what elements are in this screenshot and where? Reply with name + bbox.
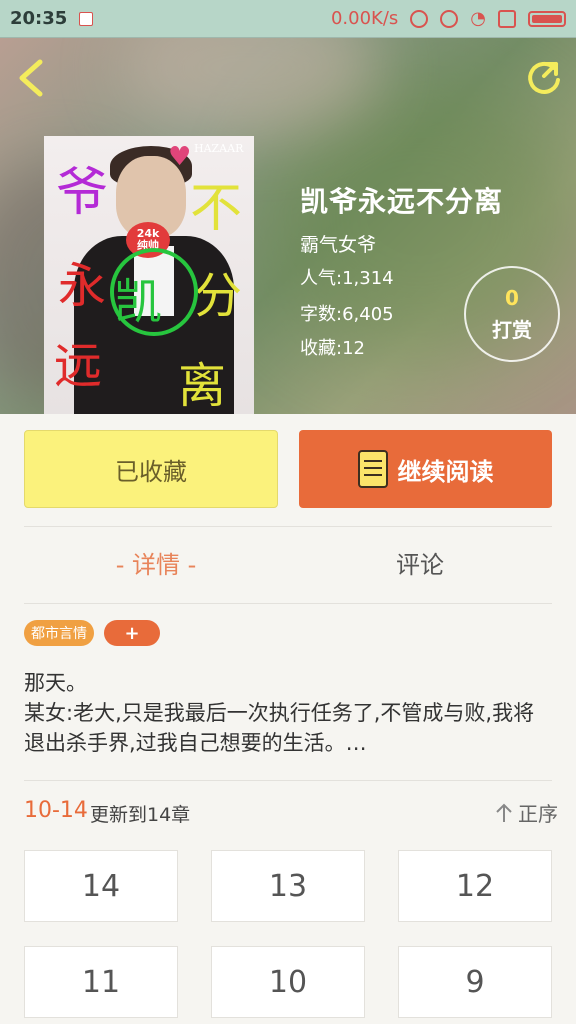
continue-reading-label: 继续阅读 xyxy=(397,457,494,486)
alarm-icon xyxy=(440,9,459,28)
add-tag-button[interactable]: + xyxy=(104,620,160,646)
heart-icon: ♥ xyxy=(168,142,192,172)
continue-reading-button[interactable]: 继续阅读 xyxy=(299,430,552,508)
status-bar: 20:35 0.00K/s ◔ xyxy=(0,0,576,38)
chapter-button[interactable]: 14 xyxy=(24,850,178,922)
tab-detail[interactable]: - 详情 - xyxy=(24,536,288,588)
arrow-up-icon xyxy=(496,803,512,822)
tip-label: 打赏 xyxy=(492,317,532,342)
back-button[interactable] xyxy=(14,58,50,98)
back-arrow-icon xyxy=(19,59,43,97)
cover-brand: HAZAAR xyxy=(194,142,244,155)
divider xyxy=(24,780,552,781)
collected-label: 已收藏 xyxy=(115,457,187,486)
book-favorites: 收藏:12 xyxy=(300,338,365,359)
chapter-button[interactable]: 13 xyxy=(211,850,365,922)
book-popularity: 人气:1,314 xyxy=(300,268,394,289)
chapter-button[interactable]: 10 xyxy=(211,946,365,1018)
book-header: 24k 纯帅 ♥ HAZAAR 爷 永 远 不 分 离 凯 凯爷永远不分离 霸气女… xyxy=(0,38,576,414)
network-speed: 0.00K/s xyxy=(330,8,399,29)
chapter-button[interactable]: 11 xyxy=(24,946,178,1018)
update-text: 更新到14章 xyxy=(90,804,191,826)
book-cover: 24k 纯帅 ♥ HAZAAR 爷 永 远 不 分 离 凯 xyxy=(44,136,254,414)
book-author[interactable]: 霸气女爷 xyxy=(300,230,376,257)
book-title: 凯爷永远不分离 xyxy=(300,185,504,218)
status-time: 20:35 xyxy=(10,8,68,29)
divider xyxy=(24,526,552,527)
tip-count: 0 xyxy=(505,285,519,310)
tip-button[interactable]: 0 打赏 xyxy=(464,266,560,362)
book-icon xyxy=(357,450,388,488)
collected-button[interactable]: 已收藏 xyxy=(24,430,278,508)
chapter-button[interactable]: 9 xyxy=(398,946,552,1018)
update-date: 10-14 xyxy=(24,798,88,823)
chapter-button[interactable]: 12 xyxy=(398,850,552,922)
sim-icon xyxy=(498,9,516,28)
tab-comments[interactable]: 评论 xyxy=(288,536,552,588)
book-word-count: 字数:6,405 xyxy=(300,304,394,325)
wifi-icon: ◔ xyxy=(470,8,486,29)
genre-tag[interactable]: 都市言情 xyxy=(24,620,94,646)
share-button[interactable] xyxy=(524,58,564,98)
book-description[interactable]: 那天。 某女:老大,只是我最后一次执行任务了,不管成与败,我将退出杀手界,过我自… xyxy=(24,668,554,758)
share-icon xyxy=(528,61,560,94)
tab-detail-label: - 详情 - xyxy=(115,550,197,579)
sort-button[interactable]: 正序 xyxy=(494,798,558,827)
notification-icon xyxy=(79,11,94,26)
sort-label: 正序 xyxy=(518,802,558,826)
divider xyxy=(24,603,552,604)
tab-comments-label: 评论 xyxy=(396,550,444,579)
battery-icon xyxy=(528,10,566,27)
mute-icon xyxy=(410,9,429,28)
